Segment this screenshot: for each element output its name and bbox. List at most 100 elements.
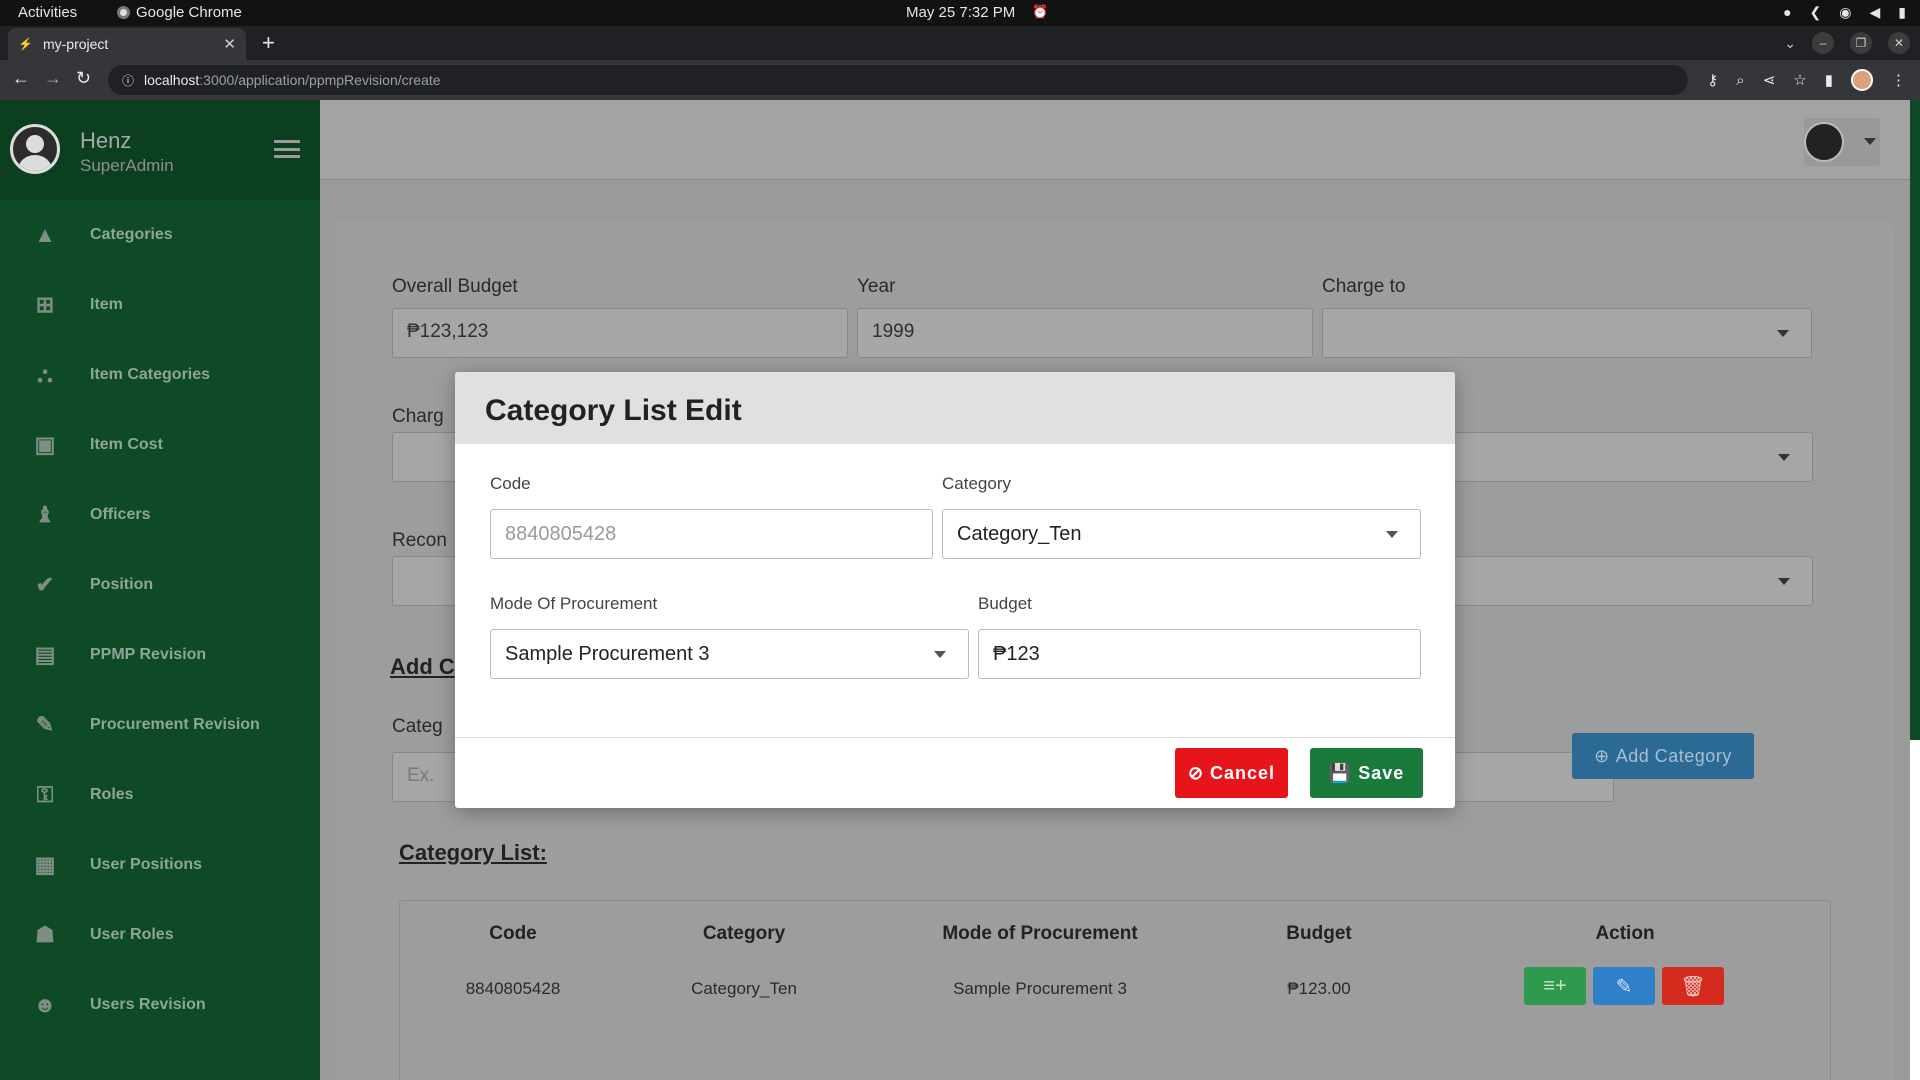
- sidebar-item-label: PPMP Revision: [90, 646, 207, 663]
- chair-icon: ♝: [35, 502, 55, 527]
- category-label: Category: [942, 474, 1011, 493]
- category-select[interactable]: Category_Ten: [942, 509, 1421, 559]
- active-app-indicator[interactable]: Google Chrome: [117, 4, 242, 21]
- volume-icon: ◀: [1869, 4, 1881, 20]
- sidebar-menu: ▲ Categories ⊞ Item ⛬ Item Categories ▣ Item…: [0, 200, 320, 1040]
- budget-label: Budget: [978, 594, 1032, 613]
- category-select-value: Category_Ten: [957, 523, 1082, 545]
- mode-of-procurement-label: Mode Of Procurement: [490, 594, 658, 613]
- plus-circle-icon: ⊕: [1594, 745, 1610, 766]
- browser-tab-strip: ⚡ my-project ✕ + ⌄ – ❐ ✕: [0, 26, 1920, 60]
- zoom-icon[interactable]: ⌕: [1736, 72, 1744, 89]
- sidebar-item-user-positions[interactable]: ▦ User Positions: [0, 830, 320, 900]
- sidebar-item-label: Position: [90, 576, 154, 593]
- minimize-button[interactable]: –: [1812, 32, 1834, 54]
- save-button[interactable]: 💾 Save: [1310, 748, 1423, 798]
- sidebar-item-label: Item: [90, 296, 123, 313]
- clock[interactable]: May 25 7:32 PM: [906, 4, 1015, 21]
- maximize-button[interactable]: ❐: [1850, 32, 1872, 54]
- sidebar-item-item-cost[interactable]: ▣ Item Cost: [0, 410, 320, 480]
- mode-of-procurement-select[interactable]: Sample Procurement 3: [490, 629, 969, 679]
- back-button[interactable]: ←: [12, 68, 30, 89]
- reload-button[interactable]: ↻: [76, 68, 91, 89]
- sidebar-item-roles[interactable]: ⚿ Roles: [0, 760, 320, 830]
- hamburger-menu-icon[interactable]: [274, 140, 300, 158]
- browser-tab[interactable]: ⚡ my-project ✕: [8, 28, 246, 60]
- sidebar-item-user-roles[interactable]: ☗ User Roles: [0, 900, 320, 970]
- category-list-table: Code Category Mode of Procurement Budget…: [399, 900, 1831, 1080]
- scrollbar[interactable]: [1910, 100, 1920, 740]
- sidebar-item-label: User Roles: [90, 926, 174, 943]
- sidebar-item-users-revision[interactable]: ☻ Users Revision: [0, 970, 320, 1040]
- charge-label: Charg: [392, 406, 444, 427]
- money-icon: ▣: [34, 432, 56, 457]
- category-list-title: Category List:: [399, 840, 547, 865]
- account-dropdown[interactable]: [1804, 118, 1880, 166]
- key-icon[interactable]: ⚷: [1707, 71, 1718, 89]
- user-role: SuperAdmin: [80, 156, 174, 175]
- address-bar[interactable]: ⓘ localhost:3000/application/ppmpRevisio…: [108, 65, 1688, 95]
- discord-icon[interactable]: ●: [1783, 4, 1791, 21]
- column-header-budget: Budget: [1286, 923, 1352, 944]
- sidebar-item-label: Procurement Revision: [90, 716, 260, 733]
- chevron-left-icon[interactable]: ❮: [1810, 4, 1822, 21]
- playlist-add-icon: ≡+: [1543, 974, 1567, 997]
- close-window-button[interactable]: ✕: [1888, 32, 1910, 54]
- sidebar-item-item-categories[interactable]: ⛬ Item Categories: [0, 340, 320, 410]
- os-top-bar: Activities Google Chrome May 25 7:32 PM …: [0, 0, 1920, 26]
- table-cell-mode: Sample Procurement 3: [953, 979, 1127, 998]
- tab-search-icon[interactable]: ⌄: [1784, 35, 1796, 52]
- system-tray[interactable]: ● ❮ ◉ ◀ ▮: [1783, 4, 1906, 21]
- sidebar-item-label: Officers: [90, 506, 151, 523]
- cancel-label: Cancel: [1210, 762, 1276, 783]
- alarm-icon: ⏰: [1032, 4, 1049, 19]
- activities-button[interactable]: Activities: [18, 4, 77, 21]
- overall-budget-input[interactable]: ₱123,123: [392, 308, 848, 358]
- add-category-button[interactable]: ⊕ Add Category: [1572, 733, 1754, 779]
- add-category-title: Add C: [390, 654, 455, 679]
- sidebar-item-position[interactable]: ✔ Position: [0, 550, 320, 620]
- forward-button[interactable]: →: [44, 68, 62, 89]
- code-field: 8840805428: [490, 509, 933, 559]
- table-cell-code: 8840805428: [465, 979, 561, 998]
- save-label: Save: [1358, 762, 1405, 783]
- mode-select-value: Sample Procurement 3: [505, 643, 710, 665]
- close-tab-icon[interactable]: ✕: [223, 35, 236, 53]
- new-tab-button[interactable]: +: [262, 30, 275, 56]
- delete-button[interactable]: 🗑: [1662, 967, 1724, 1005]
- chevron-down-icon: [1778, 454, 1790, 461]
- budget-input[interactable]: ₱123: [978, 629, 1421, 679]
- sidebar: Henz SuperAdmin ▲ Categories ⊞ Item ⛬ Item …: [0, 100, 320, 1080]
- cancel-button[interactable]: ⊘ Cancel: [1175, 748, 1288, 798]
- code-label: Code: [490, 474, 531, 493]
- browser-toolbar: ← → ↻ ⓘ localhost:3000/application/ppmpR…: [0, 60, 1920, 100]
- modal-footer: ⊘ Cancel 💾 Save: [455, 737, 1455, 808]
- bookmark-star-icon[interactable]: ☆: [1793, 71, 1806, 89]
- pencil-icon: ✎: [1615, 975, 1633, 998]
- chevron-down-icon: [934, 651, 946, 658]
- edit-button[interactable]: ✎: [1593, 967, 1655, 1005]
- year-input[interactable]: 1999: [857, 308, 1313, 358]
- sidebar-item-item[interactable]: ⊞ Item: [0, 270, 320, 340]
- info-icon[interactable]: ⓘ: [122, 72, 134, 89]
- chevron-down-icon: [1778, 578, 1790, 585]
- add-category-label: Add Category: [1615, 745, 1732, 766]
- menu-dots-icon[interactable]: ⋮: [1891, 71, 1906, 89]
- chevron-down-icon: [1386, 531, 1398, 538]
- charge-to-select[interactable]: [1322, 308, 1812, 358]
- users-icon: ☻: [33, 992, 57, 1017]
- side-panel-icon[interactable]: ▮: [1825, 71, 1833, 89]
- user-check-icon: ✔: [35, 572, 55, 597]
- vite-favicon-icon: ⚡: [18, 37, 33, 51]
- user-avatar: [10, 124, 60, 174]
- share-icon[interactable]: ⋖: [1763, 71, 1776, 89]
- sidebar-item-procurement-revision[interactable]: ✎ Procurement Revision: [0, 690, 320, 760]
- year-label: Year: [857, 276, 896, 297]
- sidebar-item-ppmp-revision[interactable]: ▤ PPMP Revision: [0, 620, 320, 690]
- sidebar-item-categories[interactable]: ▲ Categories: [0, 200, 320, 270]
- add-item-button[interactable]: ≡+: [1524, 967, 1586, 1005]
- category-list-edit-modal: Category List Edit Code 8840805428 Categ…: [455, 372, 1455, 808]
- profile-avatar[interactable]: [1851, 69, 1873, 91]
- sidebar-item-officers[interactable]: ♝ Officers: [0, 480, 320, 550]
- modal-title: Category List Edit: [485, 394, 742, 427]
